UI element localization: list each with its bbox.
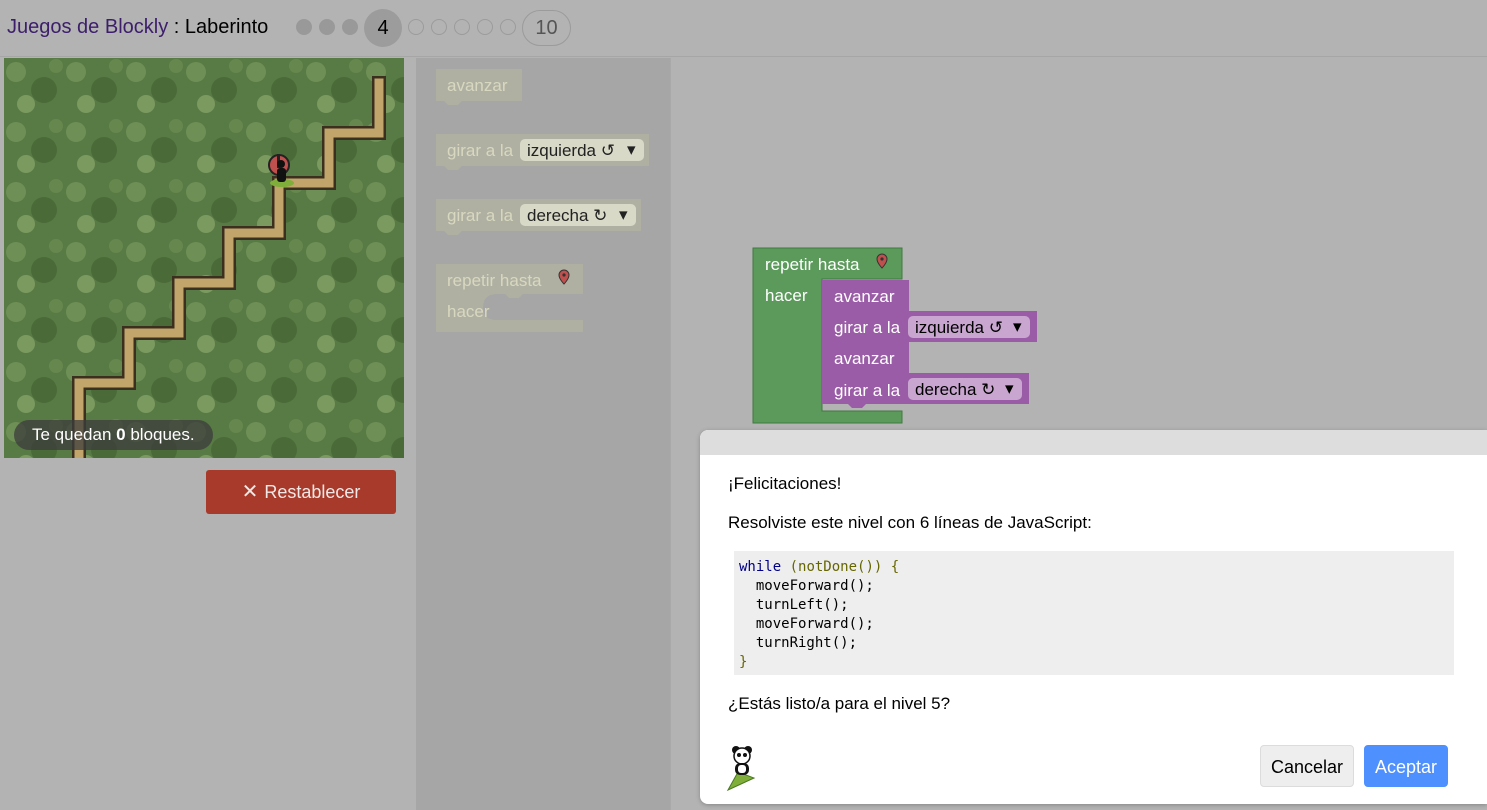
level-2-link[interactable]: [319, 19, 335, 35]
chevron-down-icon: ▾: [619, 205, 628, 224]
code-line-2: moveForward();: [739, 578, 874, 594]
toolbox-block-turn-left[interactable]: girar a la izquierda ↺ ▾: [436, 134, 649, 170]
close-icon: ✕: [241, 481, 259, 503]
congrats-text: ¡Felicitaciones!: [728, 474, 842, 493]
workspace-canvas: repetir hasta hacer avanzar girar a la i…: [752, 247, 1037, 424]
toolbox-turn-right-value: derecha ↻: [527, 206, 607, 225]
turn-left-prefix: girar a la: [834, 318, 901, 337]
toolbox-block-repeat-until[interactable]: repetir hasta hacer: [436, 264, 583, 332]
chevron-down-icon: ▾: [1005, 379, 1014, 398]
level-10-link[interactable]: 10: [522, 10, 571, 46]
toolbox-do-label: hacer: [447, 302, 490, 321]
toolbox-move-label: avanzar: [447, 76, 508, 95]
chevron-down-icon: ▾: [627, 140, 636, 159]
remaining-prefix: Te quedan: [32, 425, 117, 444]
toolbox-repeat-label: repetir hasta: [447, 271, 542, 290]
level-current-indicator[interactable]: 4: [364, 9, 402, 47]
maze-display: Te quedan 0 bloques.: [4, 58, 404, 458]
code-keyword-while: while: [739, 559, 782, 575]
turn-left-value: izquierda ↺: [915, 318, 1003, 337]
dialog-header: [700, 430, 1487, 455]
turn-right-value: derecha ↻: [915, 380, 995, 399]
code-line-5: turnRight();: [739, 635, 858, 651]
maze-map: [4, 58, 404, 458]
move-forward-label-1: avanzar: [834, 287, 895, 306]
toolbox-turn-left-value: izquierda ↺: [527, 141, 615, 160]
move-forward-block-1[interactable]: avanzar: [822, 280, 909, 311]
remaining-count: 0: [116, 425, 126, 444]
toolbox-turn-right-prefix: girar a la: [447, 206, 514, 225]
lines-of-code-text: Resolviste este nivel con 6 líneas de Ja…: [728, 513, 1092, 532]
code-line-3: turnLeft();: [739, 597, 849, 613]
level-1-link[interactable]: [296, 19, 312, 35]
toolbox-block-move-forward[interactable]: avanzar: [436, 69, 522, 105]
code-line-6: }: [739, 654, 748, 670]
blockly-toolbox: avanzar girar a la izquierda ↺ ▾ girar a…: [416, 58, 670, 810]
toolbox-flyout: avanzar girar a la izquierda ↺ ▾ girar a…: [436, 69, 649, 332]
move-forward-label-2: avanzar: [834, 349, 895, 368]
level-3-link[interactable]: [342, 19, 358, 35]
blockly-games-link[interactable]: Juegos de Blockly: [7, 16, 168, 38]
chevron-down-icon: ▾: [1013, 317, 1022, 336]
reset-label: Restablecer: [264, 482, 361, 502]
javascript-code-block: while (notDone()) { moveForward(); turnL…: [734, 551, 1454, 675]
remaining-suffix: bloques.: [125, 425, 195, 444]
top-bar: Juegos de Blockly : Laberinto 4 10: [0, 0, 1487, 57]
turn-left-block[interactable]: girar a la izquierda ↺ ▾: [822, 311, 1037, 342]
turn-right-block[interactable]: girar a la derecha ↻ ▾: [822, 373, 1029, 408]
panda-avatar-icon: [726, 746, 756, 792]
repeat-until-label: repetir hasta: [765, 255, 860, 274]
cancel-button[interactable]: Cancelar: [1260, 745, 1354, 787]
do-label: hacer: [765, 286, 808, 305]
forest-background: [4, 58, 404, 458]
level-7-link[interactable]: [454, 19, 470, 35]
blocks-remaining-bubble: Te quedan 0 bloques.: [14, 420, 213, 450]
toolbox-block-turn-right[interactable]: girar a la derecha ↻ ▾: [436, 199, 641, 235]
reset-button[interactable]: ✕ Restablecer: [206, 470, 396, 514]
level-6-link[interactable]: [431, 19, 447, 35]
turn-right-prefix: girar a la: [834, 381, 901, 400]
level-8-link[interactable]: [477, 19, 493, 35]
move-forward-block-2[interactable]: avanzar: [822, 342, 909, 373]
code-line-4: moveForward();: [739, 616, 874, 632]
toolbox-turn-left-prefix: girar a la: [447, 141, 514, 160]
level-9-link[interactable]: [500, 19, 516, 35]
congratulations-dialog: ¡Felicitaciones! Resolviste este nivel c…: [700, 430, 1487, 804]
accept-button[interactable]: Aceptar: [1364, 745, 1448, 787]
page-title: Juegos de Blockly : Laberinto: [7, 16, 268, 39]
next-level-question: ¿Estás listo/a para el nivel 5?: [728, 694, 951, 713]
code-line-1: (notDone()) {: [781, 559, 900, 575]
level-5-link[interactable]: [408, 19, 424, 35]
title-separator: :: [168, 16, 185, 38]
game-name: Laberinto: [184, 16, 269, 38]
